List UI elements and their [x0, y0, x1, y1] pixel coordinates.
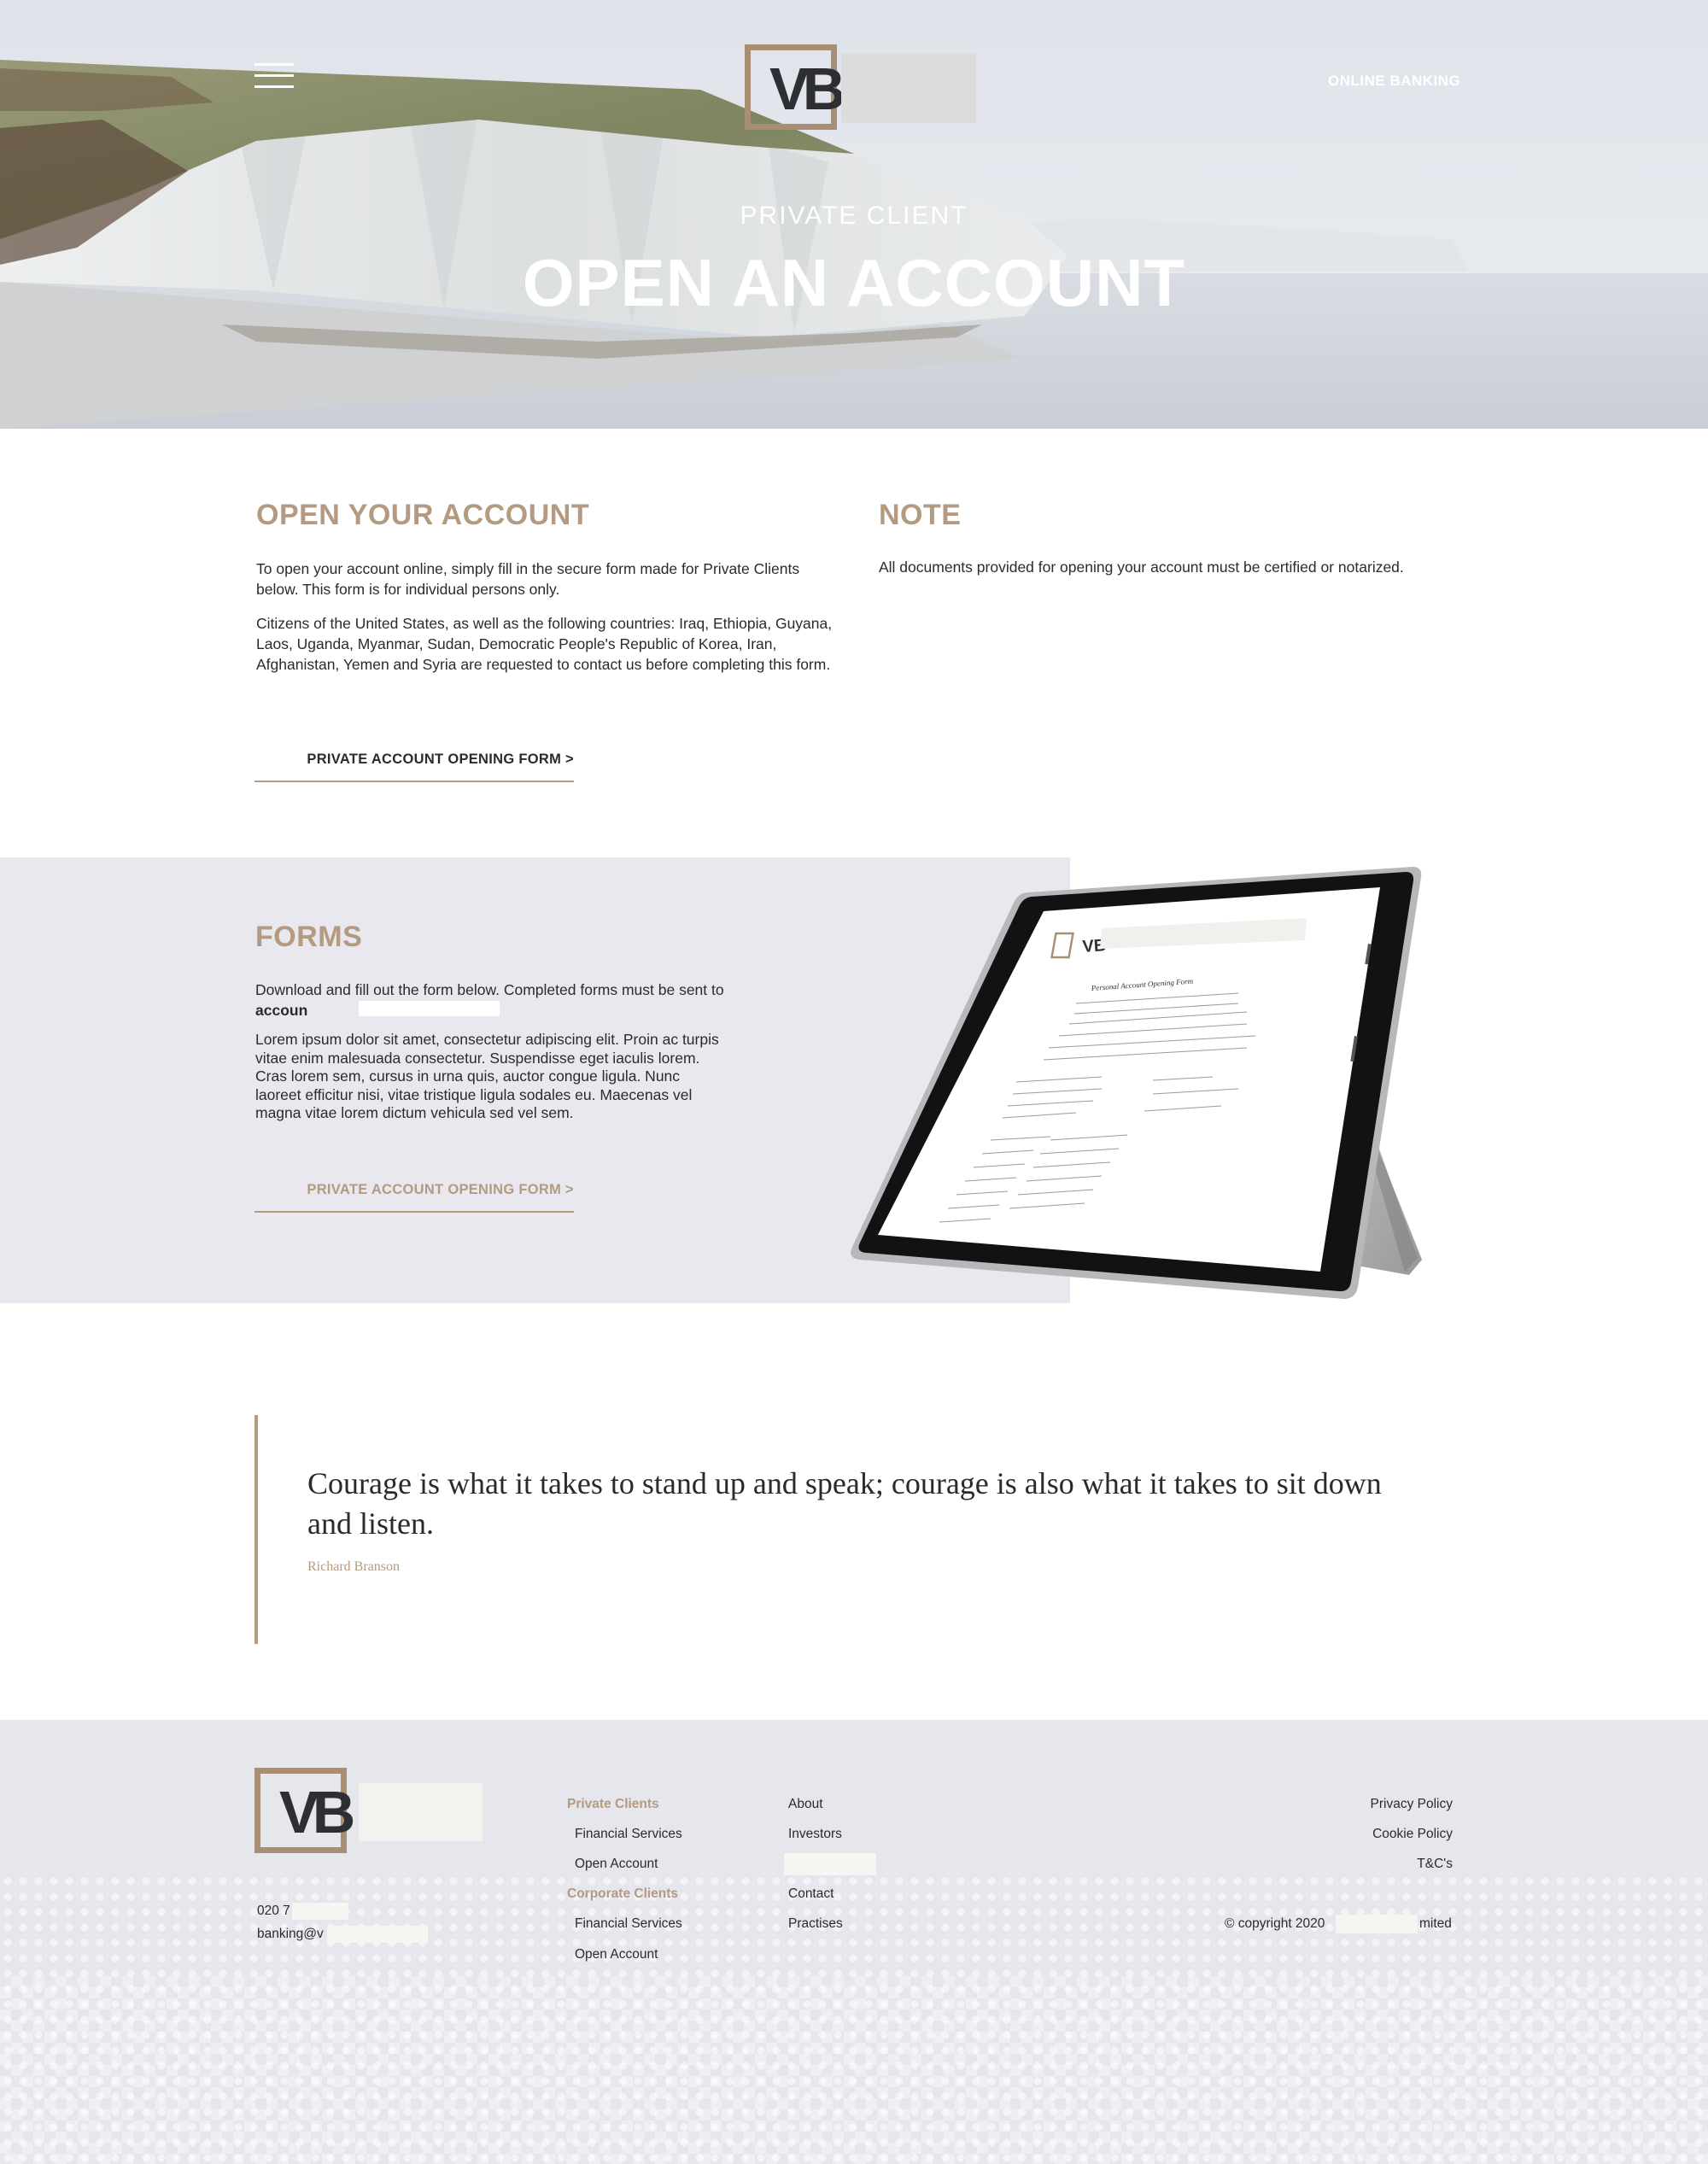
footer-corporate-clients-heading[interactable]: Corporate Clients [567, 1886, 678, 1902]
open-account-paragraph-2: Citizens of the United States, as well a… [256, 615, 833, 673]
footer-contact-link[interactable]: Contact [788, 1886, 834, 1902]
footer-practises-link[interactable]: Practises [788, 1916, 843, 1932]
footer-private-clients-heading[interactable]: Private Clients [567, 1797, 659, 1812]
footer-logo[interactable]: VB [254, 1768, 355, 1853]
company-name-redacted [1336, 1915, 1418, 1933]
phone-redacted [292, 1903, 348, 1920]
forms-text-2: Lorem ipsum dolor sit amet, consectetur … [255, 1031, 719, 1121]
footer-private-open-account[interactable]: Open Account [575, 1857, 658, 1872]
footer: VB 020 7 banking@v Private Clients Finan… [0, 1720, 1708, 2164]
footer-investors-link[interactable]: Investors [788, 1827, 842, 1842]
footer-corporate-open-account[interactable]: Open Account [575, 1947, 658, 1962]
brand-logo[interactable]: VB [745, 44, 845, 130]
footer-privacy-policy-link[interactable]: Privacy Policy [1371, 1797, 1453, 1812]
hamburger-menu-icon[interactable] [254, 63, 294, 89]
footer-wordmark-redacted [359, 1783, 483, 1841]
footer-logo-monogram: VB [279, 1779, 355, 1845]
hero-subtitle: PRIVATE CLIENT [740, 202, 968, 230]
footer-copyright-suffix: mited [1419, 1916, 1452, 1931]
open-account-heading: OPEN YOUR ACCOUNT [256, 499, 590, 531]
email-redacted [359, 1001, 500, 1016]
footer-private-financial-services[interactable]: Financial Services [575, 1827, 682, 1842]
hero-banner: VB ONLINE BANKING PRIVATE CLIENT OPEN AN… [0, 0, 1708, 429]
footer-email[interactable]: banking@v [257, 1927, 324, 1942]
hero-title: OPEN AN ACCOUNT [522, 245, 1186, 320]
footer-about-link[interactable]: About [788, 1797, 823, 1812]
logo-wordmark-redacted [841, 53, 976, 123]
quote-text: Courage is what it takes to stand up and… [307, 1466, 1382, 1541]
forms-text-1-body: Download and fill out the form below. Co… [255, 981, 724, 998]
private-account-form-link[interactable]: PRIVATE ACCOUNT OPENING FORM > [254, 743, 574, 782]
forms-heading: FORMS [255, 921, 363, 953]
footer-phone[interactable]: 020 7 [257, 1904, 290, 1919]
quote-accent-bar [254, 1415, 258, 1644]
online-banking-link[interactable]: ONLINE BANKING [1328, 73, 1460, 90]
private-account-form-link-2[interactable]: PRIVATE ACCOUNT OPENING FORM > [254, 1173, 574, 1213]
note-text: All documents provided for opening your … [879, 559, 1404, 576]
footer-corporate-financial-services[interactable]: Financial Services [575, 1916, 682, 1932]
footer-diamond-pattern [0, 1976, 1708, 2164]
tablet-form-preview: VB Personal Account Opening Form [851, 867, 1422, 1299]
footer-link-redacted [784, 1853, 876, 1875]
email-redacted-footer [327, 1926, 428, 1943]
quote-author: Richard Branson [307, 1559, 400, 1574]
open-account-paragraph-1: To open your account online, simply fill… [256, 560, 800, 598]
footer-cookie-policy-link[interactable]: Cookie Policy [1372, 1827, 1453, 1842]
footer-copyright: © copyright 2020 [1225, 1916, 1325, 1931]
footer-terms-link[interactable]: T&C's [1417, 1857, 1453, 1872]
note-heading: NOTE [879, 499, 962, 531]
logo-monogram: VB [769, 56, 845, 122]
forms-email-link[interactable]: accoun [255, 1002, 307, 1019]
